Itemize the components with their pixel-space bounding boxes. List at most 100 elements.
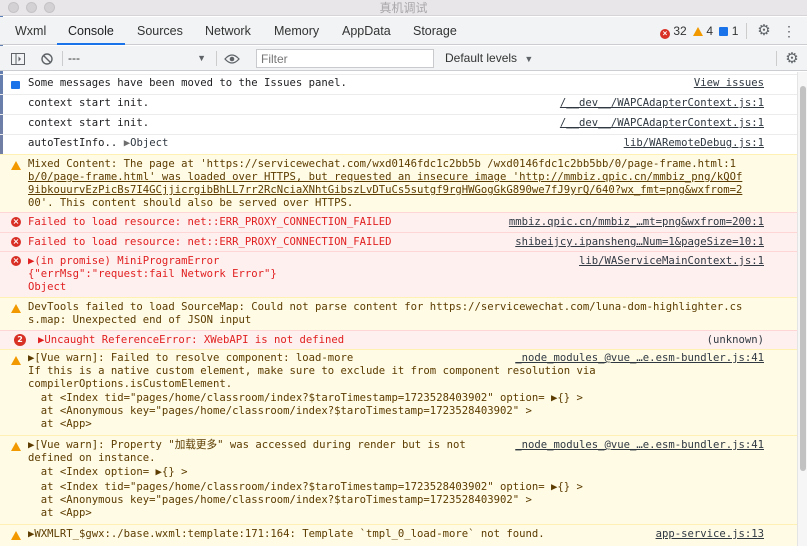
console-scrollbar[interactable] xyxy=(797,72,807,546)
view-issues-link[interactable]: View issues xyxy=(694,77,764,90)
console-message-info: Some messages have been moved to the Iss… xyxy=(0,74,797,94)
message-text: Some messages have been moved to the Iss… xyxy=(28,77,347,89)
source-link[interactable]: _node_modules_@vue_…e.esm-bundler.js:41 xyxy=(515,439,764,452)
context-select[interactable]: --- ▼ xyxy=(68,49,210,67)
error-message-icon: × xyxy=(11,237,21,247)
console-message-error: 2 ▶Uncaught ReferenceError: XWebAPI is n… xyxy=(0,330,797,349)
message-line: defined on instance. xyxy=(28,452,156,464)
message-line: s.map: Unexpected end of JSON input xyxy=(28,314,252,326)
log-levels-dropdown[interactable]: Default levels ▼ xyxy=(445,49,533,67)
source-link[interactable]: _node_modules_@vue_…e.esm-bundler.js:41 xyxy=(515,352,764,365)
stack-line: at <Index tid="pages/home/classroom/inde… xyxy=(28,481,583,493)
warning-message-icon xyxy=(11,442,21,451)
issue-counters[interactable]: × 32 4 1 xyxy=(660,17,738,45)
source-link[interactable]: lib/WARemoteDebug.js:1 xyxy=(624,137,764,150)
source-link[interactable]: /__dev__/WAPCAdapterContext.js:1 xyxy=(560,117,764,130)
more-vert-icon[interactable]: ⋮ xyxy=(782,17,796,45)
console-toolbar: --- ▼ Default levels ▼ ⚙ xyxy=(0,46,807,71)
message-text[interactable]: ▶Uncaught ReferenceError: XWebAPI is not… xyxy=(38,334,344,347)
scrollbar-thumb[interactable] xyxy=(800,86,806,471)
message-line: b/0/page-frame.html' was loaded over HTT… xyxy=(28,171,743,183)
filter-input[interactable] xyxy=(256,49,434,68)
warning-message-icon xyxy=(11,304,21,313)
message-line: {"errMsg":"request:fail Network Error"} xyxy=(28,268,277,280)
message-line: 9ibkouurvEzPicBs7I4GCjjicrgibBhLL7rr2RcN… xyxy=(28,184,743,196)
message-line: DevTools failed to load SourceMap: Could… xyxy=(28,301,743,313)
console-settings-gear-icon[interactable]: ⚙ xyxy=(782,46,802,71)
stack-line: at <Index tid="pages/home/classroom/inde… xyxy=(28,392,583,404)
tab-storage[interactable]: Storage xyxy=(413,17,457,45)
warning-message-icon xyxy=(11,161,21,170)
console-message-warning: ▶WXMLRT_$gwx:./base.wxml:template:171:16… xyxy=(0,524,797,546)
source-link[interactable]: shibeijcy.ipansheng…Num=1&pageSize=10:1 xyxy=(515,236,764,249)
tab-appdata[interactable]: AppData xyxy=(342,17,391,45)
message-line: Object xyxy=(28,281,67,293)
sidebar-toggle-icon[interactable] xyxy=(9,46,27,71)
message-line: If this is a native custom element, make… xyxy=(28,365,596,377)
console-message-error: × Failed to load resource: net::ERR_PROX… xyxy=(0,232,797,251)
tab-console[interactable]: Console xyxy=(57,17,125,45)
context-select-value: --- xyxy=(68,51,80,65)
console-message-warning: ▶[Vue warn]: Failed to resolve component… xyxy=(0,349,797,435)
tab-memory[interactable]: Memory xyxy=(274,17,319,45)
window-titlebar: 真机调试 xyxy=(0,0,807,16)
error-message-icon: × xyxy=(11,217,21,227)
message-text: Failed to load resource: net::ERR_PROXY_… xyxy=(28,236,392,248)
warning-count-icon xyxy=(693,27,704,36)
tab-wxml[interactable]: Wxml xyxy=(15,17,46,45)
gear-icon[interactable]: ⚙ xyxy=(754,17,774,45)
message-line[interactable]: ▶[Vue warn]: Failed to resolve component… xyxy=(28,352,353,365)
log-levels-label: Default levels xyxy=(445,51,518,65)
window-title: 真机调试 xyxy=(379,1,428,15)
error-count: 32 xyxy=(673,24,687,38)
console-message-warning: DevTools failed to load SourceMap: Could… xyxy=(0,297,797,330)
console-message-log: context start init. /__dev__/WAPCAdapter… xyxy=(0,94,797,114)
console-messages[interactable]: Some messages have been moved to the Iss… xyxy=(0,72,797,546)
message-text: context start init. xyxy=(28,97,150,109)
warning-message-icon xyxy=(11,531,21,540)
error-repeat-badge: 2 xyxy=(14,334,26,346)
stack-line: at <Anonymous key="pages/home/classroom/… xyxy=(28,494,532,506)
source-link[interactable]: /__dev__/WAPCAdapterContext.js:1 xyxy=(560,97,764,110)
error-message-icon: × xyxy=(11,256,21,266)
console-message-warning: ▶[Vue warn]: Property "加载更多" was accesse… xyxy=(0,435,797,524)
stack-line: at <App> xyxy=(28,418,92,430)
divider xyxy=(216,51,217,66)
warning-message-icon xyxy=(11,356,21,365)
divider xyxy=(746,23,747,39)
console-message-error: × Failed to load resource: net::ERR_PROX… xyxy=(0,212,797,232)
eye-icon[interactable] xyxy=(221,46,243,71)
message-line: Mixed Content: The page at 'https://serv… xyxy=(28,158,736,170)
message-text: Failed to load resource: net::ERR_PROXY_… xyxy=(28,216,392,228)
object-preview[interactable]: Object xyxy=(130,137,168,149)
stack-line: at <App> xyxy=(28,507,92,519)
message-line: compilerOptions.isCustomElement. xyxy=(28,378,233,390)
info-count-icon xyxy=(719,27,729,36)
console-message-error: × ▶(in promise) MiniProgramError {"errMs… xyxy=(0,251,797,297)
source-link[interactable]: mmbiz.qpic.cn/mmbiz_…mt=png&wxfrom=200:1 xyxy=(509,216,764,229)
tab-network[interactable]: Network xyxy=(205,17,251,45)
clear-console-icon[interactable] xyxy=(39,46,55,71)
devtools-tab-bar: Wxml Console Sources Network Memory AppD… xyxy=(0,17,807,45)
divider xyxy=(776,51,777,66)
console-message-log: context start init. /__dev__/WAPCAdapter… xyxy=(0,114,797,134)
message-line[interactable]: ▶(in promise) MiniProgramError xyxy=(28,255,219,268)
stack-line: at <Index option= ▶{} > xyxy=(28,466,188,478)
message-line: 00'. This content should also be served … xyxy=(28,197,354,209)
dropdown-arrow-icon: ▼ xyxy=(197,53,206,63)
message-text: autoTestInfo.. ▶Object xyxy=(28,137,168,150)
tab-sources[interactable]: Sources xyxy=(137,17,183,45)
divider xyxy=(62,51,63,66)
message-line[interactable]: ▶[Vue warn]: Property "加载更多" was accesse… xyxy=(28,439,466,452)
info-message-icon xyxy=(11,81,20,89)
console-message-log: autoTestInfo.. ▶Object lib/WARemoteDebug… xyxy=(0,134,797,154)
console-message-warning: Mixed Content: The page at 'https://serv… xyxy=(0,154,797,212)
warning-count: 4 xyxy=(706,24,714,38)
message-text: context start init. xyxy=(28,117,150,129)
dropdown-arrow-icon: ▼ xyxy=(524,54,534,64)
source-link[interactable]: app-service.js:13 xyxy=(656,528,764,541)
source-label: (unknown) xyxy=(706,334,764,346)
message-text[interactable]: ▶WXMLRT_$gwx:./base.wxml:template:171:16… xyxy=(28,528,545,541)
source-link[interactable]: lib/WAServiceMainContext.js:1 xyxy=(579,255,764,268)
log-text: autoTestInfo.. xyxy=(28,137,118,149)
